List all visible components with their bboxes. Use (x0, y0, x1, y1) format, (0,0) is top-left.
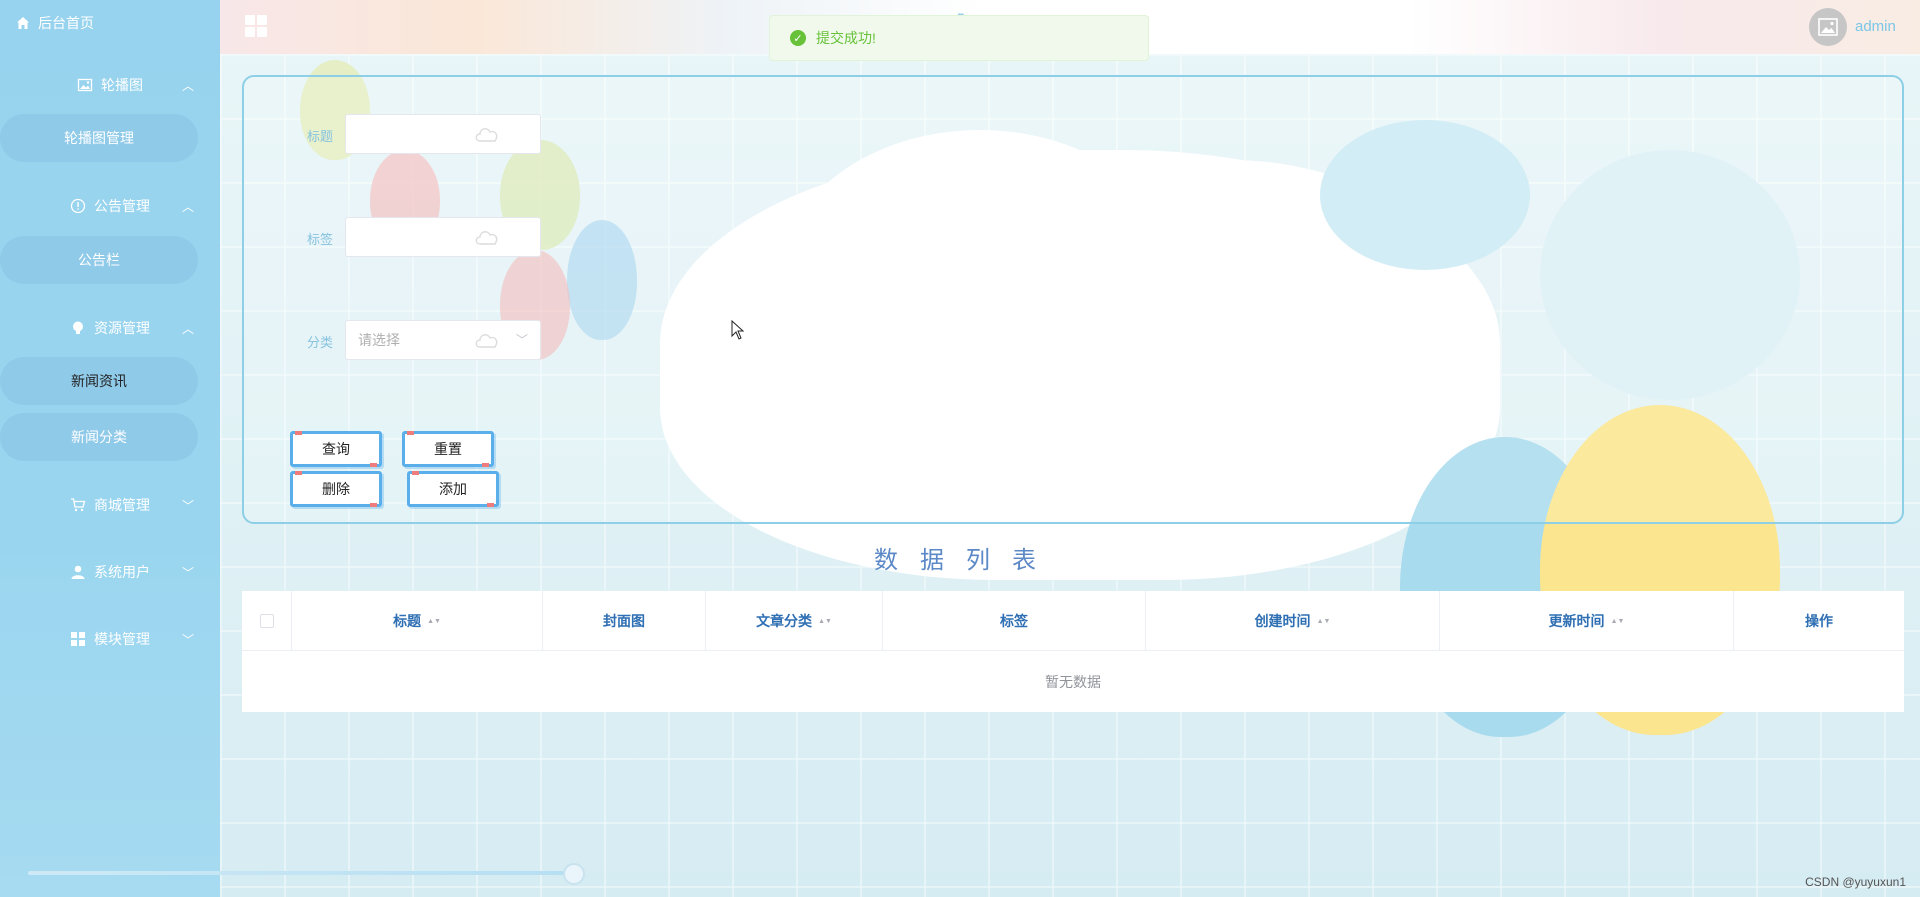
sort-icon[interactable]: ▲▼ (1611, 618, 1625, 625)
sidebar-group-label: 公告管理 (94, 198, 150, 214)
sidebar-item-news-category[interactable]: 新闻分类 (0, 413, 198, 461)
sidebar-item-notice-board[interactable]: 公告栏 (0, 236, 198, 284)
sidebar-group-modules[interactable]: 模块管理 ﹀ (0, 624, 220, 654)
chevron-down-icon: ﹀ (181, 566, 194, 580)
column-header-title[interactable]: 标题 ▲▼ (292, 591, 543, 651)
sidebar-item-label: 公告栏 (78, 252, 120, 268)
sidebar-group-resource[interactable]: 资源管理 ︿ (0, 313, 220, 343)
table-header: 标题 ▲▼ 封面图 文章分类 ▲▼ 标签 创建时间 ▲▼ 更新时间 ▲▼ 操作 (242, 591, 1904, 651)
column-header-actions: 操作 (1734, 591, 1904, 651)
delete-button[interactable]: 删除 (290, 471, 382, 507)
grid-icon (71, 632, 85, 646)
sidebar-group-label: 轮播图 (101, 77, 143, 93)
home-icon (17, 17, 29, 29)
column-header-label: 标签 (1000, 613, 1028, 629)
success-toast: ✓ 提交成功! (769, 15, 1149, 61)
user-name[interactable]: admin (1855, 18, 1896, 35)
image-icon (77, 78, 93, 92)
chevron-down-icon: ﹀ (515, 333, 528, 347)
select-all-cell (242, 591, 292, 651)
sidebar-group-label: 商城管理 (94, 497, 150, 513)
chevron-up-icon: ︿ (181, 79, 194, 93)
cart-icon (71, 498, 86, 512)
column-header-label: 标题 (393, 613, 422, 629)
query-button[interactable]: 查询 (290, 431, 382, 467)
category-select[interactable]: 请选择 ﹀ (345, 320, 541, 360)
column-header-updated[interactable]: 更新时间 ▲▼ (1440, 591, 1734, 651)
sidebar-item-label: 新闻资讯 (71, 373, 127, 389)
column-header-label: 封面图 (603, 613, 645, 629)
chevron-down-icon: ﹀ (181, 633, 194, 647)
title-input[interactable] (345, 114, 541, 154)
title-label: 标题 (307, 129, 334, 144)
cloud-icon (475, 231, 498, 245)
column-header-label: 操作 (1805, 613, 1833, 629)
sidebar: 后台首页 轮播图 ︿ 轮播图管理 公告管理 ︿ 公告栏 资源管理 ︿ 新闻资讯 … (0, 0, 585, 897)
sidebar-item-label: 轮播图管理 (64, 130, 134, 146)
select-all-checkbox[interactable] (259, 614, 274, 628)
column-header-label: 创建时间 (1254, 613, 1311, 629)
sidebar-group-notice[interactable]: 公告管理 ︿ (0, 191, 220, 221)
sidebar-home-label: 后台首页 (38, 15, 94, 31)
category-label: 分类 (307, 335, 334, 350)
tag-input[interactable] (345, 217, 541, 257)
sidebar-home[interactable]: 后台首页 (16, 12, 94, 34)
data-table: 标题 ▲▼ 封面图 文章分类 ▲▼ 标签 创建时间 ▲▼ 更新时间 ▲▼ 操作 … (242, 591, 1904, 712)
sort-icon[interactable]: ▲▼ (427, 618, 441, 625)
cloud-icon (475, 334, 498, 348)
column-header-label: 更新时间 (1548, 613, 1605, 629)
category-placeholder: 请选择 (358, 332, 400, 348)
sidebar-item-label: 新闻分类 (71, 429, 127, 445)
sidebar-group-mall[interactable]: 商城管理 ﹀ (0, 490, 220, 520)
sort-icon[interactable]: ▲▼ (818, 618, 832, 625)
sort-icon[interactable]: ▲▼ (1317, 618, 1331, 625)
watermark: CSDN @yuyuxun1 (1805, 875, 1906, 889)
column-header-tag: 标签 (883, 591, 1146, 651)
slider-track[interactable] (28, 871, 574, 875)
bulb-icon (73, 321, 83, 334)
sidebar-group-carousel[interactable]: 轮播图 ︿ (0, 70, 220, 100)
column-header-label: 文章分类 (756, 613, 813, 629)
slider-knob[interactable] (563, 863, 585, 885)
mouse-cursor-icon (731, 320, 745, 340)
avatar[interactable] (1809, 8, 1847, 46)
reset-button[interactable]: 重置 (402, 431, 494, 467)
column-header-cover: 封面图 (543, 591, 706, 651)
menu-toggle-icon[interactable] (245, 15, 267, 37)
user-icon (71, 565, 85, 579)
picture-icon (1818, 18, 1838, 36)
sidebar-group-users[interactable]: 系统用户 ﹀ (0, 557, 220, 587)
sidebar-group-label: 模块管理 (94, 631, 150, 647)
empty-state: 暂无数据 (1045, 673, 1101, 690)
toast-message: 提交成功! (816, 30, 876, 46)
cloud-icon (475, 128, 498, 142)
sidebar-item-news[interactable]: 新闻资讯 (0, 357, 198, 405)
check-circle-icon: ✓ (790, 30, 806, 46)
chevron-up-icon: ︿ (181, 200, 194, 214)
info-icon (70, 198, 86, 214)
sidebar-group-label: 系统用户 (94, 564, 150, 580)
column-header-created[interactable]: 创建时间 ▲▼ (1146, 591, 1440, 651)
sidebar-group-label: 资源管理 (94, 320, 150, 336)
chevron-up-icon: ︿ (181, 322, 194, 336)
column-header-category[interactable]: 文章分类 ▲▼ (706, 591, 883, 651)
list-title: 数据列表 (874, 547, 1058, 574)
chevron-down-icon: ﹀ (181, 499, 194, 513)
sidebar-item-carousel-manage[interactable]: 轮播图管理 (0, 114, 198, 162)
tag-label: 标签 (307, 232, 334, 247)
add-button[interactable]: 添加 (407, 471, 499, 507)
